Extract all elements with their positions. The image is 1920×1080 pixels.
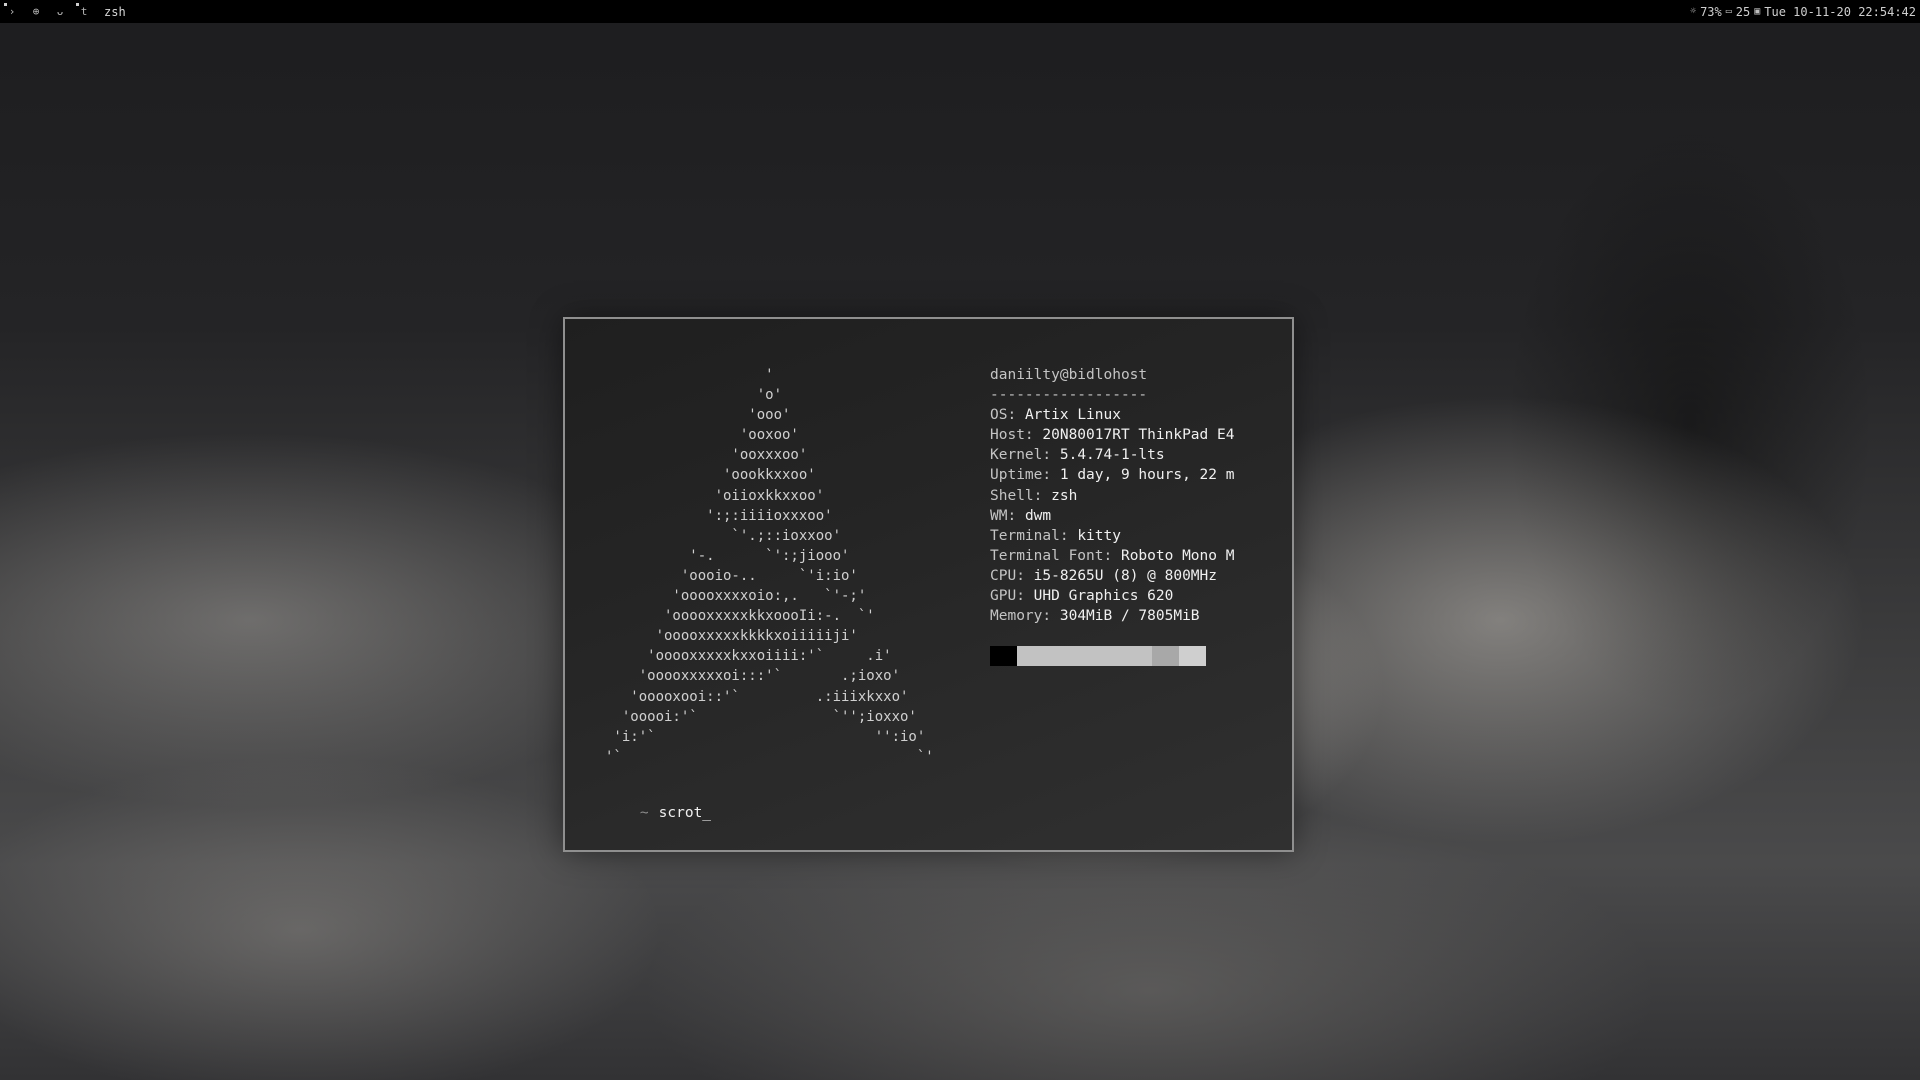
info-value: Artix Linux (1024, 407, 1121, 424)
system-info: daniilty@bidlohost ------------------ OS… (990, 365, 1234, 626)
info-row: OS: Artix Linux (990, 407, 1121, 424)
color-block (1017, 646, 1044, 666)
color-block (1044, 646, 1071, 666)
info-value: 304MiB / 7805MiB (1059, 608, 1200, 625)
user-host: daniilty@bidlohost (990, 367, 1148, 383)
info-key: CPU (990, 567, 1017, 584)
globe-icon[interactable]: ⊕ (24, 0, 48, 23)
info-key: Host (990, 427, 1025, 444)
info-value: UHD Graphics 620 (1033, 588, 1174, 605)
info-row: Host: 20N80017RT ThinkPad E4 (990, 427, 1235, 444)
info-value: 5.4.74-1-lts (1059, 447, 1165, 464)
color-palette (990, 646, 1206, 666)
info-value: 1 day, 9 hours, 22 m (1059, 467, 1235, 484)
color-block (1071, 646, 1098, 666)
info-separator: ------------------ (990, 387, 1148, 404)
info-value: zsh (1051, 487, 1078, 504)
workspace-tags: › ⊕ ᴗ t (0, 0, 96, 23)
info-value: i5-8265U (8) @ 800MHz (1033, 567, 1217, 584)
info-value: Roboto Mono M (1120, 547, 1235, 564)
window-title: zsh (104, 4, 126, 19)
info-key: GPU (990, 588, 1017, 605)
command-input[interactable]: scrot_ (659, 805, 711, 821)
info-row: GPU: UHD Graphics 620 (990, 588, 1174, 605)
color-block (1179, 646, 1206, 666)
info-key: Memory (990, 608, 1043, 625)
calendar-icon: ▣ (1754, 6, 1761, 17)
terminal-icon[interactable]: › (0, 0, 24, 23)
info-row: Terminal Font: Roboto Mono M (990, 547, 1235, 564)
color-block (1125, 646, 1152, 666)
info-row: CPU: i5-8265U (8) @ 800MHz (990, 567, 1217, 584)
terminal-window[interactable]: ' 'o' 'ooo' 'ooxoo' 'ooxxxoo' 'oookkxxoo… (563, 317, 1294, 852)
info-key: OS (990, 407, 1008, 424)
brightness-icon: ☼ (1690, 6, 1697, 17)
text-icon[interactable]: t (72, 0, 96, 23)
info-row: Uptime: 1 day, 9 hours, 22 m (990, 467, 1235, 484)
info-row: Terminal: kitty (990, 527, 1121, 544)
info-value: kitty (1077, 527, 1121, 544)
info-key: Uptime (990, 467, 1043, 484)
info-value: 20N80017RT ThinkPad E4 (1042, 427, 1235, 444)
color-block (990, 646, 1017, 666)
battery-icon: ▭ (1725, 6, 1732, 17)
info-row: Shell: zsh (990, 487, 1078, 504)
info-key: Terminal Font (990, 547, 1104, 564)
info-row: Kernel: 5.4.74-1-lts (990, 447, 1165, 464)
info-key: Kernel (990, 447, 1043, 464)
cat-icon[interactable]: ᴗ (48, 0, 72, 23)
info-rows: OS: Artix Linux Host: 20N80017RT ThinkPad… (990, 405, 1234, 626)
distro-ascii-logo: ' 'o' 'ooo' 'ooxoo' 'ooxxxoo' 'oookkxxoo… (605, 367, 934, 765)
info-row: Memory: 304MiB / 7805MiB (990, 608, 1200, 625)
battery-value: 25 (1735, 4, 1751, 19)
color-block (1098, 646, 1125, 666)
info-key: WM (990, 507, 1008, 524)
info-key: Shell (990, 487, 1034, 504)
color-block (1152, 646, 1179, 666)
prompt-symbol: ~ (639, 805, 649, 821)
status-bar: › ⊕ ᴗ t zsh ☼ 73% ▭ 25 ▣ Tue 10-11-20 22:54… (0, 0, 1920, 23)
info-row: WM: dwm (990, 507, 1052, 524)
brightness-value: 73% (1700, 4, 1722, 19)
info-key: Terminal (990, 527, 1060, 544)
system-status: ☼ 73% ▭ 25 ▣ Tue 10-11-20 22:54:42 (1690, 5, 1920, 19)
datetime: Tue 10-11-20 22:54:42 (1764, 4, 1916, 19)
info-value: dwm (1024, 507, 1052, 524)
shell-prompt[interactable]: ~ scrot_ (605, 789, 711, 837)
